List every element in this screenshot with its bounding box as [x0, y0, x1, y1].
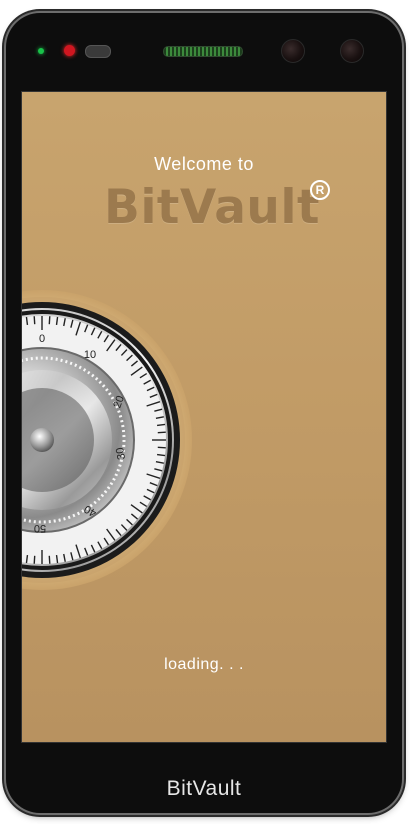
status-led-green — [38, 48, 44, 54]
dial-tick — [55, 316, 59, 326]
status-led-red — [64, 45, 75, 56]
device-brand-label: BitVault — [166, 777, 242, 800]
dial-tick — [157, 431, 166, 434]
safe-dial-icon: 0 10 20 30 40 50 — [22, 290, 192, 590]
registered-mark: R — [310, 180, 330, 200]
dial-number-10: 10 — [84, 349, 96, 361]
front-sensor-icon — [340, 39, 364, 63]
dial-tick — [55, 554, 59, 564]
phone-frame: Welcome to BitVault R 0 10 20 30 40 50 l… — [6, 13, 402, 813]
dial-tick — [48, 555, 51, 564]
dial-number-0: 0 — [39, 333, 45, 345]
proximity-sensor — [85, 45, 111, 58]
dial-tick — [48, 316, 51, 325]
dial-tick — [25, 316, 29, 326]
dial-tick — [156, 423, 166, 427]
dial-number-30: 30 — [114, 446, 128, 460]
dial-tick — [157, 446, 166, 449]
dial-tick — [156, 453, 166, 457]
dial-tick — [25, 554, 29, 564]
brand-logo-text: BitVault — [104, 180, 320, 235]
dial-tick — [33, 316, 36, 325]
front-camera-icon — [281, 39, 305, 63]
loading-text: loading. . . — [164, 656, 244, 673]
welcome-text: Welcome to — [154, 154, 254, 174]
earpiece-speaker — [163, 46, 243, 57]
splash-screen: Welcome to BitVault R 0 10 20 30 40 50 l… — [21, 91, 387, 743]
dial-number-50: 50 — [34, 522, 46, 534]
dial-tick — [33, 555, 36, 564]
